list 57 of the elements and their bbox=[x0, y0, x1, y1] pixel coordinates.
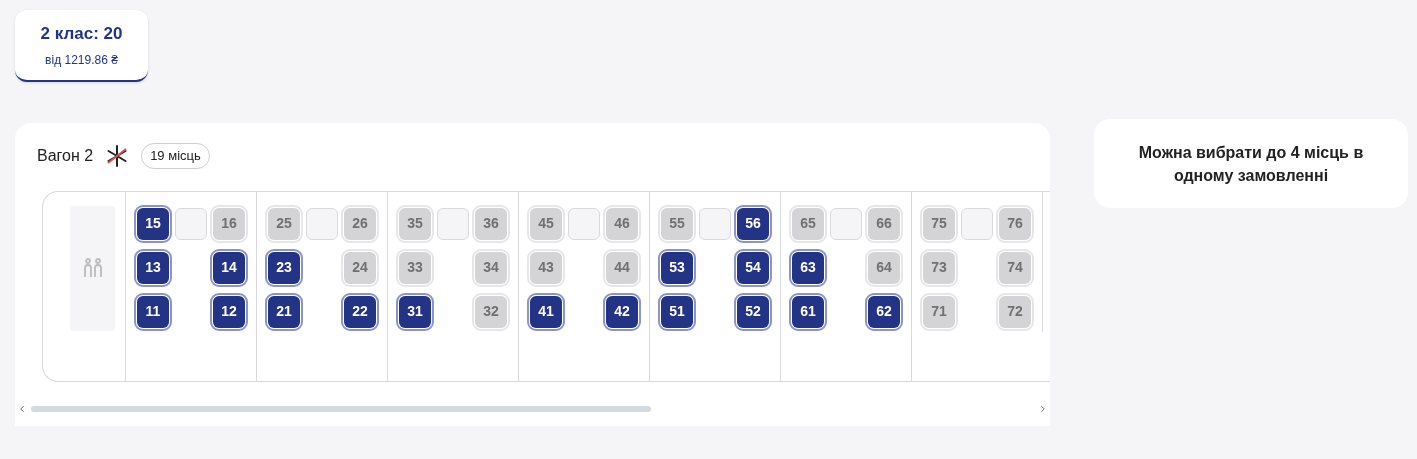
seat[interactable]: 73 bbox=[923, 251, 955, 284]
seat[interactable]: 71 bbox=[923, 295, 955, 328]
seat[interactable]: 35 bbox=[399, 207, 431, 240]
seat[interactable]: 16 bbox=[213, 207, 245, 240]
class-price: від 1219.86 ₴ bbox=[45, 51, 118, 69]
seat[interactable]: 76 bbox=[999, 207, 1031, 240]
seat[interactable]: 56 bbox=[737, 207, 769, 240]
class-title: 2 клас: 20 bbox=[40, 23, 123, 46]
seat[interactable]: 12 bbox=[213, 295, 245, 328]
seat[interactable]: 42 bbox=[606, 295, 638, 328]
seat[interactable]: 45 bbox=[530, 207, 562, 240]
empty-place bbox=[306, 207, 338, 240]
seat[interactable]: 53 bbox=[661, 251, 693, 284]
seat[interactable]: 24 bbox=[344, 251, 376, 284]
seat[interactable]: 31 bbox=[399, 295, 431, 328]
seat[interactable]: 43 bbox=[530, 251, 562, 284]
seat[interactable]: 41 bbox=[530, 295, 562, 328]
seat[interactable]: 52 bbox=[737, 295, 769, 328]
wagon-title: Вагон 2 bbox=[37, 145, 94, 166]
seat[interactable]: 64 bbox=[868, 251, 900, 284]
class-tab[interactable]: 2 клас: 20 від 1219.86 ₴ bbox=[15, 10, 148, 82]
seat[interactable]: 62 bbox=[868, 295, 900, 328]
notice-text: Можна вибрати до 4 місць в одному замовленні bbox=[1137, 142, 1365, 186]
seat[interactable]: 46 bbox=[606, 207, 638, 240]
seat[interactable]: 66 bbox=[868, 207, 900, 240]
empty-place bbox=[568, 207, 600, 240]
seat[interactable]: 26 bbox=[344, 207, 376, 240]
scroll-left-icon[interactable] bbox=[17, 403, 27, 414]
seat[interactable]: 32 bbox=[475, 295, 507, 328]
seat[interactable]: 21 bbox=[268, 295, 300, 328]
seat[interactable]: 72 bbox=[999, 295, 1031, 328]
empty-place bbox=[699, 207, 731, 240]
seat[interactable]: 14 bbox=[213, 251, 245, 284]
people-icon bbox=[81, 257, 104, 279]
seat[interactable]: 34 bbox=[475, 251, 507, 284]
seat[interactable]: 11 bbox=[137, 295, 169, 328]
empty-place bbox=[175, 207, 207, 240]
seat[interactable]: 44 bbox=[606, 251, 638, 284]
seat[interactable]: 65 bbox=[792, 207, 824, 240]
seat[interactable]: 36 bbox=[475, 207, 507, 240]
scroll-right-icon[interactable] bbox=[1038, 403, 1048, 414]
seat[interactable]: 61 bbox=[792, 295, 824, 328]
seat[interactable]: 15 bbox=[137, 207, 169, 240]
seat[interactable]: 75 bbox=[923, 207, 955, 240]
seat[interactable]: 74 bbox=[999, 251, 1031, 284]
empty-place bbox=[830, 207, 862, 240]
seat[interactable]: 25 bbox=[268, 207, 300, 240]
empty-place bbox=[437, 207, 469, 240]
empty-place bbox=[961, 207, 993, 240]
seat[interactable]: 63 bbox=[792, 251, 824, 284]
seat[interactable]: 33 bbox=[399, 251, 431, 284]
seat[interactable]: 23 bbox=[268, 251, 300, 284]
seat[interactable]: 54 bbox=[737, 251, 769, 284]
seat[interactable]: 13 bbox=[137, 251, 169, 284]
seat[interactable]: 22 bbox=[344, 295, 376, 328]
seat[interactable]: 51 bbox=[661, 295, 693, 328]
seat[interactable]: 55 bbox=[661, 207, 693, 240]
